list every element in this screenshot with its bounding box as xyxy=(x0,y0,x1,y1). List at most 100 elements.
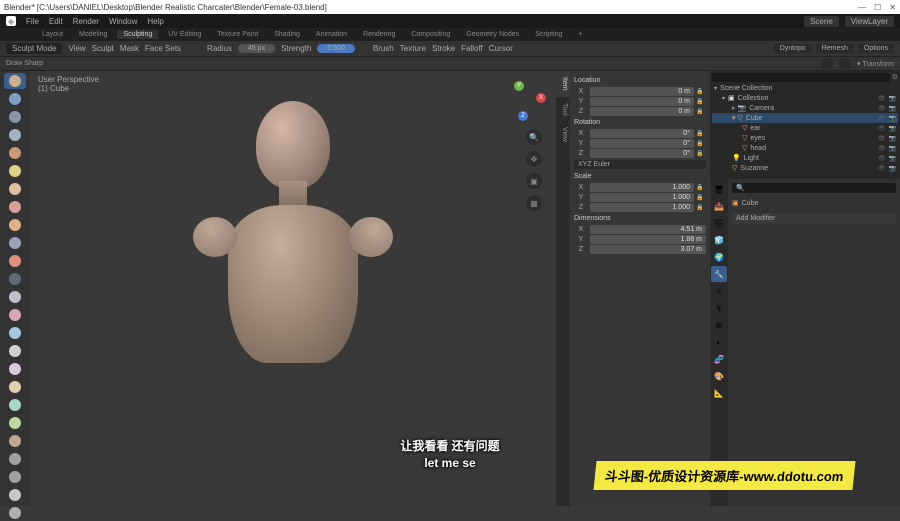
properties-tab-icon[interactable]: 🎨 xyxy=(711,368,727,384)
remesh-dropdown[interactable]: Remesh xyxy=(816,44,854,53)
sculpt-tool-icon[interactable] xyxy=(4,199,26,215)
loc-z-field[interactable]: 0 m xyxy=(590,107,694,116)
move-icon[interactable]: ✥ xyxy=(526,151,542,167)
sculpt-tool-icon[interactable] xyxy=(4,217,26,233)
properties-tab-icon[interactable]: 📐 xyxy=(711,385,727,401)
options-dropdown[interactable]: Options xyxy=(858,44,894,53)
tab-tool[interactable]: Tool xyxy=(556,97,570,122)
rotation-header[interactable]: Rotation xyxy=(574,117,706,128)
workspace-tab[interactable]: Modeling xyxy=(73,30,113,39)
properties-tab-icon[interactable]: 🔧 xyxy=(711,266,727,282)
sculpt-tool-icon[interactable] xyxy=(4,73,26,89)
maximize-icon[interactable]: ☐ xyxy=(874,3,881,12)
minimize-icon[interactable]: — xyxy=(858,3,866,12)
rot-x-field[interactable]: 0° xyxy=(590,129,694,138)
sculpt-tool-icon[interactable] xyxy=(4,127,26,143)
menu-edit[interactable]: Edit xyxy=(49,17,63,26)
cursor-dropdown[interactable]: Cursor xyxy=(489,44,513,53)
properties-tab-icon[interactable]: ⊞ xyxy=(711,317,727,333)
outliner-camera[interactable]: ▸ 📷Camera👁📷 xyxy=(712,103,898,113)
close-icon[interactable]: ✕ xyxy=(889,3,896,12)
properties-tab-icon[interactable]: 🖥 xyxy=(711,181,727,197)
outliner-ear[interactable]: ▽ear👁📷 xyxy=(712,123,898,133)
shading-icon[interactable] xyxy=(839,59,851,69)
properties-tab-icon[interactable]: 🌍 xyxy=(711,249,727,265)
sculpt-tool-icon[interactable] xyxy=(4,415,26,431)
sculpt-tool-icon[interactable] xyxy=(4,163,26,179)
viewlayer-selector[interactable]: ViewLayer xyxy=(845,16,894,27)
workspace-tab[interactable]: Layout xyxy=(36,30,69,39)
dim-x-field[interactable]: 4.51 m xyxy=(590,225,706,234)
overlay-icon[interactable] xyxy=(821,59,833,69)
sculpt-tool-icon[interactable] xyxy=(4,253,26,269)
rot-z-field[interactable]: 0° xyxy=(590,149,694,158)
sculpt-tool-icon[interactable] xyxy=(4,235,26,251)
stroke-dropdown[interactable]: Stroke xyxy=(432,44,455,53)
outliner-cube[interactable]: ▾ ▽Cube👁📷 xyxy=(712,113,898,123)
navigation-gizmo[interactable]: X Y Z xyxy=(502,77,546,121)
loc-x-field[interactable]: 0 m xyxy=(590,87,694,96)
outliner-head[interactable]: ▽head👁📷 xyxy=(712,143,898,153)
outliner-collection[interactable]: ▾▣Collection👁📷 xyxy=(712,93,898,103)
sculpt-tool-icon[interactable] xyxy=(4,361,26,377)
scale-y-field[interactable]: 1.000 xyxy=(590,193,694,202)
perspective-icon[interactable]: ▦ xyxy=(526,195,542,211)
scene-selector[interactable]: Scene xyxy=(804,16,839,27)
blender-logo-icon[interactable]: ◆ xyxy=(6,16,16,26)
render-icon[interactable]: 📷 xyxy=(889,95,896,102)
outliner-suzanne[interactable]: ▽Suzanne👁📷 xyxy=(712,163,898,173)
properties-tab-icon[interactable]: 🧬 xyxy=(711,351,727,367)
workspace-tab[interactable]: Geometry Nodes xyxy=(460,30,525,39)
sculpt-tool-icon[interactable] xyxy=(4,397,26,413)
workspace-tab[interactable]: Animation xyxy=(310,30,353,39)
loc-y-field[interactable]: 0 m xyxy=(590,97,694,106)
camera-icon[interactable]: ▣ xyxy=(526,173,542,189)
mode-selector[interactable]: Sculpt Mode xyxy=(6,43,62,54)
filter-icon[interactable]: ⚙ xyxy=(892,73,898,82)
active-brush-label[interactable]: Draw Sharp xyxy=(6,60,43,67)
menu-file[interactable]: File xyxy=(26,17,39,26)
properties-tab-icon[interactable]: ↯ xyxy=(711,300,727,316)
properties-tab-icon[interactable]: 📤 xyxy=(711,198,727,214)
properties-tab-icon[interactable]: ⚛ xyxy=(711,283,727,299)
menu-sculpt[interactable]: Sculpt xyxy=(92,44,114,53)
menu-view[interactable]: View xyxy=(68,44,85,53)
workspace-tab[interactable]: Scripting xyxy=(529,30,568,39)
scale-x-field[interactable]: 1.000 xyxy=(590,183,694,192)
location-header[interactable]: Location xyxy=(574,75,706,86)
workspace-tab[interactable]: Shading xyxy=(268,30,306,39)
lock-icon[interactable]: 🔒 xyxy=(696,88,706,95)
sculpt-tool-icon[interactable] xyxy=(4,451,26,467)
panel-header-transform[interactable]: ▾ Transform xyxy=(857,60,894,68)
sculpt-tool-icon[interactable] xyxy=(4,379,26,395)
radius-slider[interactable]: 45 px xyxy=(238,44,275,53)
menu-help[interactable]: Help xyxy=(147,17,163,26)
tab-view[interactable]: View xyxy=(556,121,570,148)
sculpt-tool-icon[interactable] xyxy=(4,145,26,161)
sculpt-tool-icon[interactable] xyxy=(4,325,26,341)
outliner-search-input[interactable] xyxy=(712,73,890,82)
outliner-light[interactable]: 💡Light👁📷 xyxy=(712,153,898,163)
brush-dropdown[interactable]: Brush xyxy=(373,44,394,53)
dim-y-field[interactable]: 1.88 m xyxy=(590,235,706,244)
workspace-tab[interactable]: + xyxy=(572,30,588,39)
tab-item[interactable]: Item xyxy=(556,71,570,97)
properties-search[interactable]: 🔍 xyxy=(732,183,896,193)
sculpt-tool-icon[interactable] xyxy=(4,505,26,521)
menu-window[interactable]: Window xyxy=(109,17,137,26)
sculpt-tool-icon[interactable] xyxy=(4,433,26,449)
workspace-tab[interactable]: Rendering xyxy=(357,30,401,39)
zoom-icon[interactable]: 🔍 xyxy=(526,129,542,145)
sculpt-tool-icon[interactable] xyxy=(4,469,26,485)
workspace-tab[interactable]: Texture Paint xyxy=(211,30,264,39)
sculpt-tool-icon[interactable] xyxy=(4,109,26,125)
scale-z-field[interactable]: 1.000 xyxy=(590,203,694,212)
outliner-scene[interactable]: ▾Scene Collection xyxy=(712,84,898,93)
axis-x-icon[interactable]: X xyxy=(536,93,546,103)
sculpt-tool-icon[interactable] xyxy=(4,271,26,287)
menu-mask[interactable]: Mask xyxy=(120,44,139,53)
dim-z-field[interactable]: 3.07 m xyxy=(590,245,706,254)
properties-tab-icon[interactable]: 🖼 xyxy=(711,215,727,231)
sculpt-tool-icon[interactable] xyxy=(4,289,26,305)
workspace-tab[interactable]: UV Editing xyxy=(162,30,207,39)
